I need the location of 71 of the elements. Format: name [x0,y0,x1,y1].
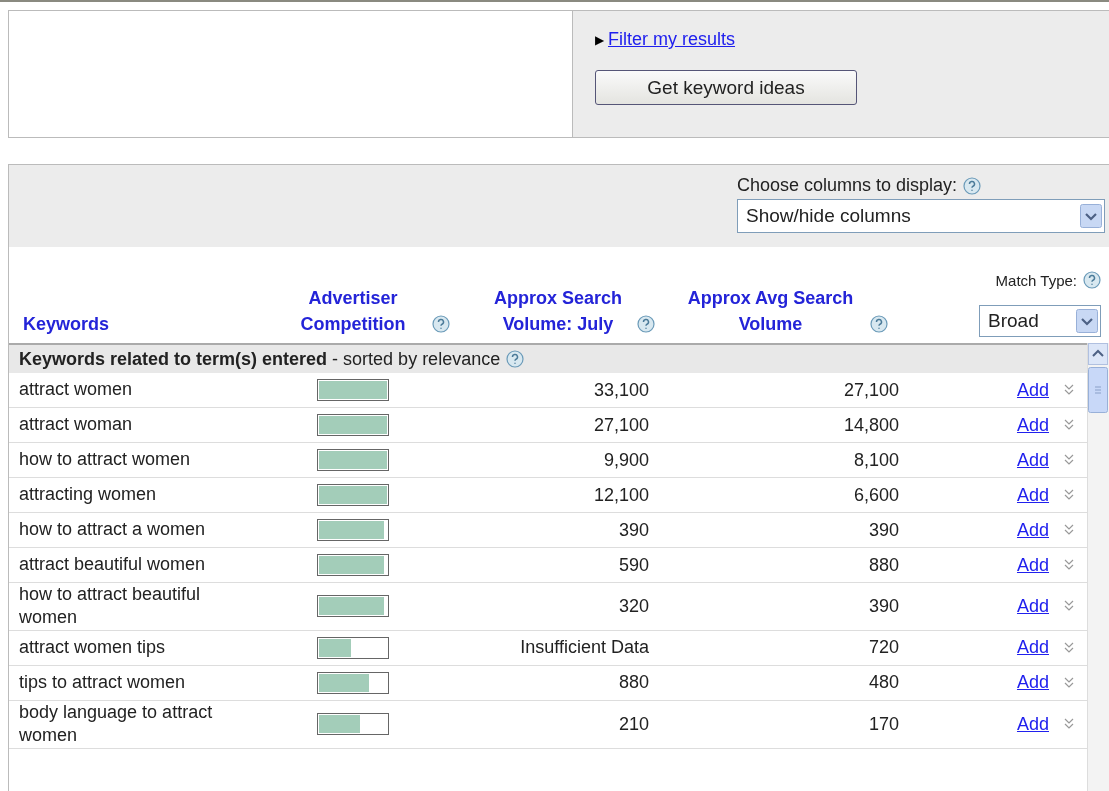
column-header[interactable]: Keywords [23,310,110,337]
avg-volume-cell-text: 14,800 [842,414,899,436]
column-header[interactable]: Advertiser Competition [278,284,428,337]
expand-chevron-icon[interactable] [1063,523,1075,537]
help-icon[interactable] [1083,271,1101,289]
add-link[interactable]: Add [1016,379,1049,401]
expand-chevron-icon[interactable] [1063,418,1075,432]
avg-volume-cell-text: 480 [867,672,899,694]
add-link[interactable]: Add [1016,449,1049,471]
match-type-label: Match Type: [995,271,1077,289]
avg-volume-cell-text: 880 [867,554,899,576]
keyword-cell-text: attract women [18,378,134,402]
dropdown-caret-icon[interactable] [1076,309,1098,333]
help-icon[interactable] [637,315,655,333]
search-volume-cell-text: 12,100 [592,484,649,506]
keyword-cell-text: attract woman [18,413,134,437]
search-volume-cell-text: 590 [617,554,649,576]
keyword-cell-text: attracting women [18,483,158,507]
avg-volume-cell-text: 6,600 [852,484,899,506]
scrollbar[interactable] [1087,343,1109,791]
search-volume-cell-text: 320 [617,595,649,617]
search-volume-cell-text: 210 [617,713,649,735]
search-volume-cell-text: 27,100 [592,414,649,436]
keyword-cell-text: how to attract beautiful women [18,583,202,630]
expand-chevron-icon[interactable] [1063,383,1075,397]
search-volume-cell-text: 390 [617,519,649,541]
add-link[interactable]: Add [1016,637,1049,659]
filter-link[interactable]: Filter my results [608,29,735,50]
scroll-up-icon[interactable] [1088,343,1108,365]
get-keyword-ideas-button[interactable]: Get keyword ideas [595,70,857,105]
help-icon[interactable] [432,315,450,333]
columns-select[interactable]: Show/hide columns [737,199,1105,233]
keyword-cell-text: how to attract women [18,448,192,472]
add-link[interactable]: Add [1016,672,1049,694]
keyword-cell-text: how to attract a women [18,518,207,542]
avg-volume-cell-text: 390 [867,519,899,541]
column-header[interactable]: Approx Avg Search Volume [675,284,866,337]
avg-volume-cell-text: 27,100 [842,379,899,401]
search-volume-cell-text: Insufficient Data [519,637,649,659]
expand-arrow[interactable]: ▶ [595,32,604,47]
help-icon[interactable] [963,176,982,195]
group-title: Keywords related to term(s) entered - sorted by relevance [19,348,501,370]
search-volume-cell-text: 33,100 [592,379,649,401]
keyword-cell-text: attract women tips [18,636,167,660]
avg-volume-cell-text: 170 [867,713,899,735]
expand-chevron-icon[interactable] [1063,453,1075,467]
add-link[interactable]: Add [1016,595,1049,617]
add-link[interactable]: Add [1016,713,1049,735]
expand-chevron-icon[interactable] [1063,675,1075,690]
keyword-cell-text: tips to attract women [18,671,187,695]
avg-volume-cell-text: 8,100 [852,449,899,471]
add-link[interactable]: Add [1016,414,1049,436]
avg-volume-cell-text: 390 [867,595,899,617]
add-link[interactable]: Add [1016,519,1049,541]
add-link[interactable]: Add [1016,554,1049,576]
keyword-cell-text: body language to attract women [18,700,214,748]
add-link[interactable]: Add [1016,484,1049,506]
expand-chevron-icon[interactable] [1063,640,1075,655]
search-volume-cell-text: 880 [617,672,649,694]
expand-chevron-icon[interactable] [1063,488,1075,502]
avg-volume-cell-text: 720 [867,637,899,659]
help-icon[interactable] [506,350,525,368]
help-icon[interactable] [869,315,888,333]
columns-label: Choose columns to display: [737,175,958,196]
keyword-cell-text: attract beautiful women [18,553,207,577]
match-type-select[interactable]: Broad [979,305,1101,337]
column-header[interactable]: Approx Search Volume: July [483,284,633,337]
expand-chevron-icon[interactable] [1063,558,1075,572]
search-volume-cell-text: 9,900 [602,449,649,471]
scroll-thumb[interactable] [1088,367,1108,413]
dropdown-caret-icon[interactable] [1080,204,1102,228]
